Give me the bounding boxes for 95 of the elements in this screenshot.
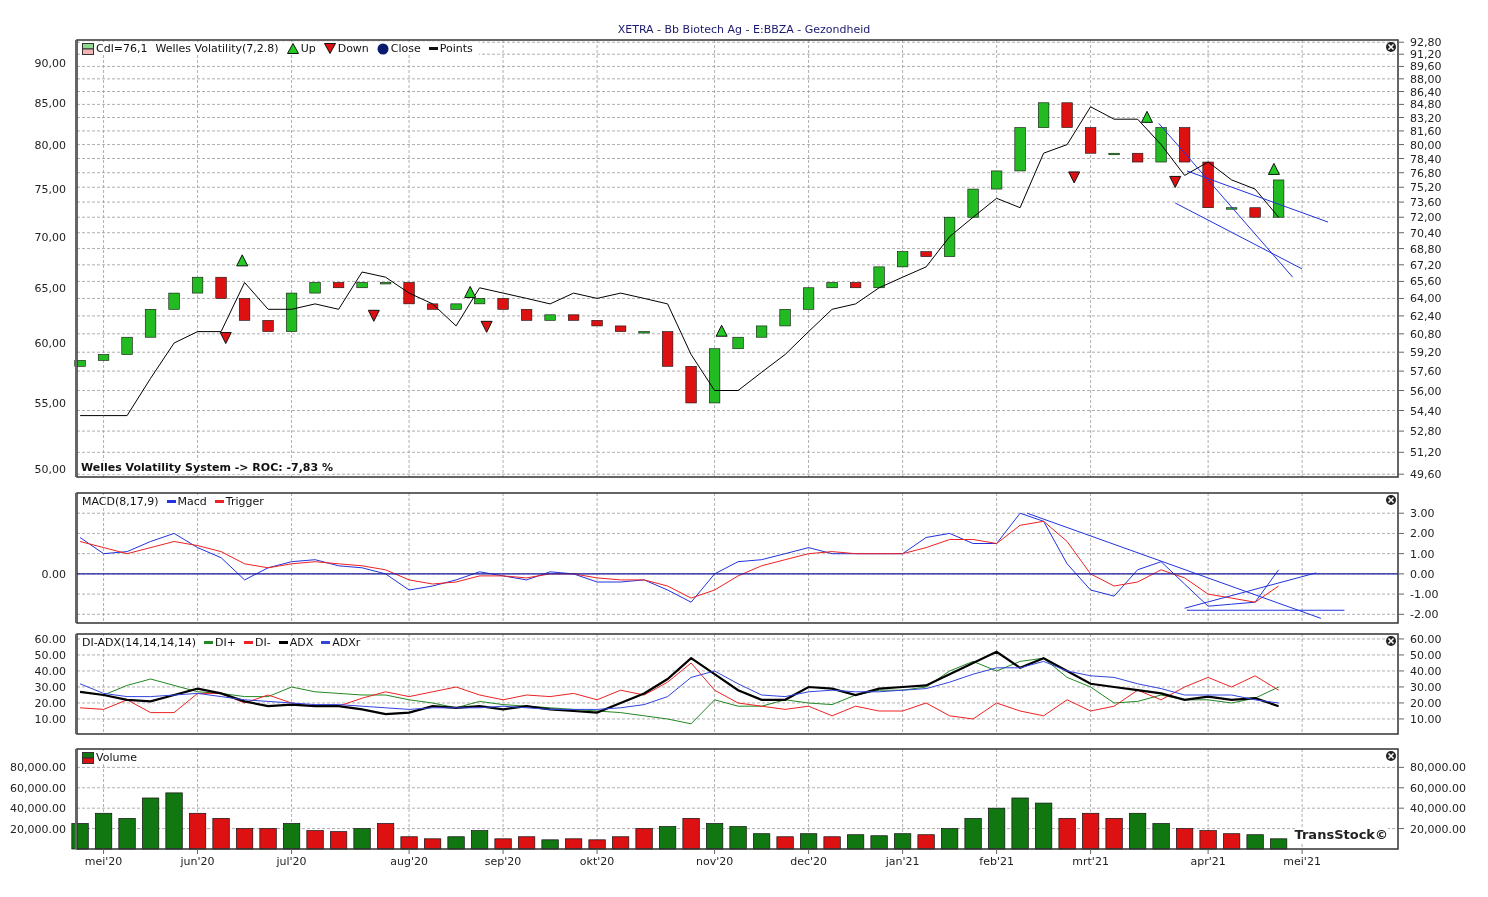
month-label: dec'20: [790, 855, 827, 868]
month-label: nov'20: [695, 855, 734, 868]
axis-label: 20.00: [34, 696, 66, 710]
axis-label: 57,60: [1410, 365, 1442, 379]
axis-label: 65,00: [34, 281, 66, 295]
axis-label: 62,40: [1410, 309, 1442, 323]
legend-label: Volume: [96, 751, 137, 764]
axis-label: 89,60: [1410, 60, 1442, 74]
axis-label: 91,20: [1410, 48, 1442, 62]
legend-label: Macd: [177, 495, 207, 508]
axis-label: 60.00: [34, 632, 66, 646]
axis-label: 80,000.00: [1410, 761, 1466, 775]
axis-label: 75,00: [34, 183, 66, 197]
axis-label: 20,000.00: [10, 822, 66, 836]
system-summary: Welles Volatility System -> ROC: -7,83 %: [81, 461, 333, 474]
month-label: jun'20: [180, 855, 215, 868]
axis-label: 40.00: [1410, 664, 1442, 678]
axis-label: 50.00: [34, 648, 66, 662]
legend-label: MACD(8,17,9): [82, 495, 159, 508]
axis-label: 65,60: [1410, 275, 1442, 289]
legend-label: ADX: [289, 636, 314, 649]
axis-label: 40.00: [34, 664, 66, 678]
axis-label: 52,80: [1410, 425, 1442, 439]
axis-label: 20,000.00: [1410, 822, 1466, 836]
axis-label: 3.00: [1410, 507, 1435, 521]
legend-label: DI-ADX(14,14,14,14): [82, 636, 197, 649]
axis-label: 72,00: [1410, 211, 1442, 225]
axis-label: 68,80: [1410, 242, 1442, 256]
legend-label: Welles Volatility(7,2.8): [155, 42, 279, 55]
axis-label: 40,000.00: [1410, 802, 1466, 816]
axis-label: 30.00: [34, 680, 66, 694]
axis-label: 10.00: [1410, 712, 1442, 726]
axis-label: 30.00: [1410, 680, 1442, 694]
legend-label: DI+: [215, 636, 236, 649]
axis-label: 81,60: [1410, 124, 1442, 138]
axis-label: 70,00: [34, 230, 66, 244]
axis-label: 54,40: [1410, 404, 1442, 418]
axis-label: 64,00: [1410, 292, 1442, 306]
axis-label: 75,20: [1410, 181, 1442, 195]
axis-label: 50.00: [1410, 648, 1442, 662]
axis-label: 60,00: [34, 336, 66, 350]
chart-title: XETRA - Bb Biotech Ag - E:BBZA - Gezondheid: [617, 23, 871, 36]
axis-label: -2.00: [1410, 608, 1439, 622]
axis-label: 50,00: [34, 462, 66, 476]
axis-label: 70,40: [1410, 226, 1442, 240]
axis-label: 90,00: [34, 57, 66, 71]
axis-label: 60,000.00: [1410, 781, 1466, 795]
axis-label: 10.00: [34, 712, 66, 726]
legend-label: Close: [390, 42, 421, 55]
month-label: mei'20: [84, 855, 123, 868]
axis-label: 80,000.00: [10, 761, 66, 775]
axis-label: 20.00: [1410, 696, 1442, 710]
axis-label: 60,000.00: [10, 781, 66, 795]
axis-label: 80,00: [34, 138, 66, 152]
axis-label: 88,00: [1410, 72, 1442, 86]
legend-label: Trigger: [225, 495, 264, 508]
legend-label: Down: [337, 42, 369, 55]
axis-label: 55,00: [34, 396, 66, 410]
axis-label: 60,80: [1410, 327, 1442, 341]
month-label: jul'20: [276, 855, 307, 868]
axis-label: 0.00: [1410, 567, 1435, 581]
axis-label: 86,40: [1410, 85, 1442, 99]
axis-label: 56,00: [1410, 384, 1442, 398]
month-label: apr'21: [1190, 855, 1226, 868]
month-label: sep'20: [484, 855, 522, 868]
axis-label: 84,80: [1410, 98, 1442, 112]
legend-label: Cdl=76,1: [96, 42, 148, 55]
legend-label: Points: [439, 42, 473, 55]
axis-label: -1.00: [1410, 588, 1439, 602]
axis-label: 2.00: [1410, 527, 1435, 541]
legend-label: ADXr: [332, 636, 361, 649]
axis-label: 1.00: [1410, 547, 1435, 561]
month-label: jan'21: [885, 855, 920, 868]
month-label: aug'20: [390, 855, 428, 868]
axis-label: 73,60: [1410, 196, 1442, 210]
axis-label: 80,00: [1410, 138, 1442, 152]
axis-label: 0.00: [41, 567, 66, 581]
brand-label: TransStock©: [1294, 827, 1388, 842]
month-label: okt'20: [579, 855, 615, 868]
axis-label: 85,00: [34, 96, 66, 110]
axis-label: 92,80: [1410, 36, 1442, 50]
axis-label: 40,000.00: [10, 802, 66, 816]
month-label: mei'21: [1283, 855, 1321, 868]
axis-label: 83,20: [1410, 111, 1442, 125]
axis-label: 51,20: [1410, 446, 1442, 460]
axis-label: 49,60: [1410, 468, 1442, 482]
legend-label: DI-: [255, 636, 271, 649]
legend-label: Up: [300, 42, 316, 55]
axis-label: 78,40: [1410, 152, 1442, 166]
axis-label: 76,80: [1410, 166, 1442, 180]
axis-label: 60.00: [1410, 632, 1442, 646]
axis-label: 67,20: [1410, 258, 1442, 272]
month-label: mrt'21: [1072, 855, 1109, 868]
month-label: feb'21: [979, 855, 1014, 868]
axis-label: 59,20: [1410, 346, 1442, 360]
